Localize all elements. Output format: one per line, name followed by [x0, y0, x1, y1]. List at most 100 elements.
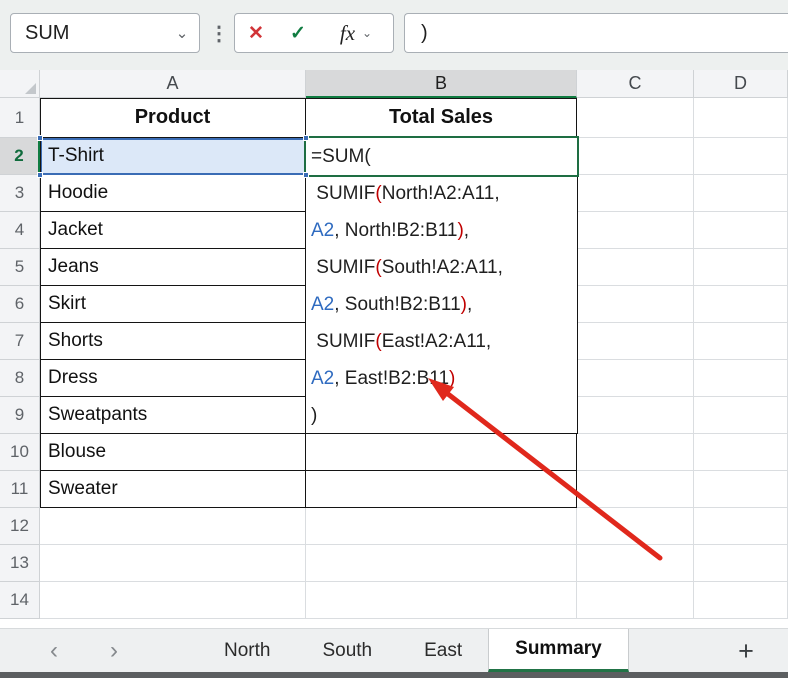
- cell-C14[interactable]: [577, 582, 694, 619]
- cell-D8[interactable]: [694, 360, 788, 397]
- cell-B1[interactable]: Total Sales: [306, 98, 577, 138]
- formula-segment: , East!B2:B11: [334, 368, 449, 389]
- cell-C8[interactable]: [577, 360, 694, 397]
- insert-function-button[interactable]: fx ⌄: [319, 21, 393, 46]
- formula-input[interactable]: ): [404, 13, 788, 53]
- cell-C2[interactable]: [577, 138, 694, 175]
- cell-A11[interactable]: Sweater: [40, 471, 306, 508]
- formula-line-2: SUMIF(North!A2:A11,: [306, 175, 577, 212]
- cell-A13[interactable]: [40, 545, 306, 582]
- add-sheet-button[interactable]: +: [724, 629, 768, 673]
- cell-C5[interactable]: [577, 249, 694, 286]
- cell-D6[interactable]: [694, 286, 788, 323]
- cell-A1[interactable]: Product: [40, 98, 306, 138]
- sheet-tab-east[interactable]: East: [398, 629, 488, 672]
- row-header-2[interactable]: 2: [0, 138, 40, 175]
- cell-A14[interactable]: [40, 582, 306, 619]
- reference-handle: [37, 172, 43, 178]
- cell-B12[interactable]: [306, 508, 577, 545]
- formula-segment: SUMIF: [311, 183, 375, 204]
- cell-D4[interactable]: [694, 212, 788, 249]
- name-box-value: SUM: [11, 22, 165, 45]
- cell-A8[interactable]: Dress: [40, 360, 306, 397]
- cell-A9[interactable]: Sweatpants: [40, 397, 306, 434]
- cell-D12[interactable]: [694, 508, 788, 545]
- column-header-C[interactable]: C: [577, 70, 694, 98]
- cell-C11[interactable]: [577, 471, 694, 508]
- cell-C7[interactable]: [577, 323, 694, 360]
- prev-sheet-icon[interactable]: ‹: [36, 629, 72, 673]
- cell-C4[interactable]: [577, 212, 694, 249]
- formula-segment: ): [449, 368, 455, 389]
- cancel-icon[interactable]: ✕: [235, 22, 277, 45]
- cell-D13[interactable]: [694, 545, 788, 582]
- cell-D7[interactable]: [694, 323, 788, 360]
- cell-D9[interactable]: [694, 397, 788, 434]
- row-header-5[interactable]: 5: [0, 249, 40, 286]
- cell-C3[interactable]: [577, 175, 694, 212]
- cell-A6[interactable]: Skirt: [40, 286, 306, 323]
- cell-C6[interactable]: [577, 286, 694, 323]
- cell-C10[interactable]: [577, 434, 694, 471]
- cell-B13[interactable]: [306, 545, 577, 582]
- chevron-down-icon: ⌄: [362, 26, 372, 40]
- formula-line-6: SUMIF(East!A2:A11,: [306, 323, 577, 360]
- cell-C9[interactable]: [577, 397, 694, 434]
- row-header-7[interactable]: 7: [0, 323, 40, 360]
- cell-D2[interactable]: [694, 138, 788, 175]
- formula-bar: SUM ⌄ ⋮ ✕ ✓ fx ⌄ ): [0, 0, 788, 70]
- sheet-tab-summary[interactable]: Summary: [488, 629, 629, 672]
- sheet-tab-south[interactable]: South: [296, 629, 398, 672]
- cell-D14[interactable]: [694, 582, 788, 619]
- cell-B10[interactable]: [306, 434, 577, 471]
- row-header-13[interactable]: 13: [0, 545, 40, 582]
- row-header-1[interactable]: 1: [0, 98, 40, 138]
- in-cell-editor[interactable]: =SUM( SUMIF(North!A2:A11,A2, North!B2:B1…: [305, 138, 578, 434]
- row-header-14[interactable]: 14: [0, 582, 40, 619]
- cell-D10[interactable]: [694, 434, 788, 471]
- sheet-tab-bar: ‹ › NorthSouthEastSummary +: [0, 628, 788, 672]
- row-header-12[interactable]: 12: [0, 508, 40, 545]
- formula-segment: SUMIF: [311, 257, 375, 278]
- next-sheet-icon[interactable]: ›: [96, 629, 132, 673]
- select-all-corner[interactable]: [0, 70, 40, 98]
- cell-A12[interactable]: [40, 508, 306, 545]
- column-header-D[interactable]: D: [694, 70, 788, 98]
- enter-icon[interactable]: ✓: [277, 22, 319, 45]
- formula-line-3: A2, North!B2:B11),: [306, 212, 577, 249]
- formula-line-7: A2, East!B2:B11): [306, 360, 577, 397]
- cell-A3[interactable]: Hoodie: [40, 175, 306, 212]
- cell-C12[interactable]: [577, 508, 694, 545]
- chevron-down-icon[interactable]: ⌄: [165, 24, 199, 42]
- fx-icon: fx: [340, 21, 355, 46]
- formula-segment: , South!B2:B11: [334, 294, 460, 315]
- sheet-tab-north[interactable]: North: [198, 629, 296, 672]
- worksheet-grid: ABCD1234567891011121314ProductTotal Sale…: [0, 70, 788, 628]
- cell-D11[interactable]: [694, 471, 788, 508]
- cell-A10[interactable]: Blouse: [40, 434, 306, 471]
- cell-A5[interactable]: Jeans: [40, 249, 306, 286]
- cell-D5[interactable]: [694, 249, 788, 286]
- row-header-3[interactable]: 3: [0, 175, 40, 212]
- select-all-triangle-icon: [25, 83, 36, 94]
- row-header-11[interactable]: 11: [0, 471, 40, 508]
- cell-A4[interactable]: Jacket: [40, 212, 306, 249]
- row-header-8[interactable]: 8: [0, 360, 40, 397]
- cell-D3[interactable]: [694, 175, 788, 212]
- row-header-9[interactable]: 9: [0, 397, 40, 434]
- cell-C13[interactable]: [577, 545, 694, 582]
- cell-D1[interactable]: [694, 98, 788, 138]
- cell-C1[interactable]: [577, 98, 694, 138]
- cell-B11[interactable]: [306, 471, 577, 508]
- cell-A2[interactable]: T-Shirt: [40, 138, 306, 175]
- row-header-10[interactable]: 10: [0, 434, 40, 471]
- column-header-A[interactable]: A: [40, 70, 306, 98]
- name-box[interactable]: SUM ⌄: [10, 13, 200, 53]
- row-header-4[interactable]: 4: [0, 212, 40, 249]
- row-header-6[interactable]: 6: [0, 286, 40, 323]
- formula-segment: SUMIF: [311, 331, 375, 352]
- window-bottom-edge: [0, 672, 788, 678]
- cell-B14[interactable]: [306, 582, 577, 619]
- column-header-B[interactable]: B: [306, 70, 577, 98]
- cell-A7[interactable]: Shorts: [40, 323, 306, 360]
